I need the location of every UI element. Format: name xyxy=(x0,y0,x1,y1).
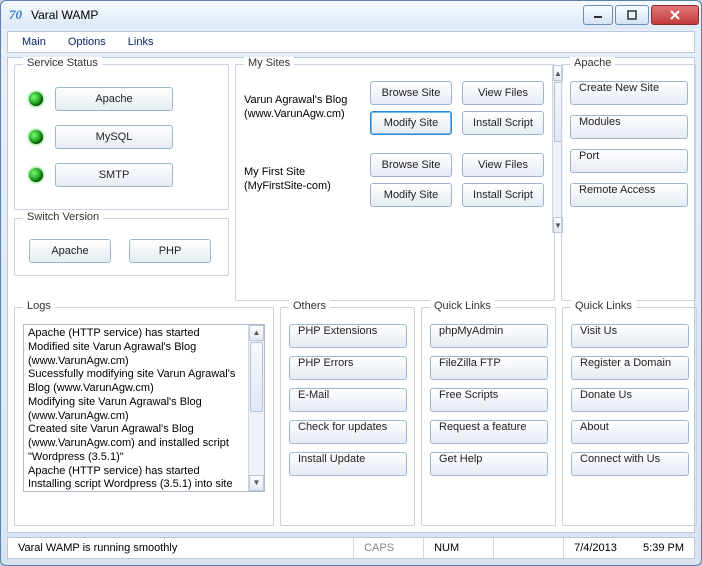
switch-version-legend: Switch Version xyxy=(23,211,103,223)
logs-legend: Logs xyxy=(23,300,55,312)
php-extensions-button[interactable]: PHP Extensions xyxy=(289,324,407,348)
get-help-button[interactable]: Get Help xyxy=(430,452,548,476)
close-button[interactable] xyxy=(651,5,699,25)
site-row: My First Site (MyFirstSite-com) Browse S… xyxy=(244,153,548,207)
switch-version-group: Switch Version Apache PHP xyxy=(14,218,229,276)
connect-button[interactable]: Connect with Us xyxy=(571,452,689,476)
quick-links-1-group: Quick Links phpMyAdmin FileZilla FTP Fre… xyxy=(421,307,556,526)
service-status-legend: Service Status xyxy=(23,57,102,69)
titlebar[interactable]: 70 Varal WAMP xyxy=(1,1,701,29)
donate-button[interactable]: Donate Us xyxy=(571,388,689,412)
status-spacer xyxy=(493,538,563,558)
free-scripts-button[interactable]: Free Scripts xyxy=(430,388,548,412)
others-legend: Others xyxy=(289,300,330,312)
led-green-icon xyxy=(29,92,43,106)
switch-apache-button[interactable]: Apache xyxy=(29,239,111,263)
quick-links-2-group: Quick Links Visit Us Register a Domain D… xyxy=(562,307,697,526)
led-green-icon xyxy=(29,130,43,144)
menu-options[interactable]: Options xyxy=(58,34,116,50)
quick-links-2-legend: Quick Links xyxy=(571,300,636,312)
install-script-button[interactable]: Install Script xyxy=(462,111,544,135)
menu-links[interactable]: Links xyxy=(118,34,164,50)
others-group: Others PHP Extensions PHP Errors E-Mail … xyxy=(280,307,415,526)
phpmyadmin-button[interactable]: phpMyAdmin xyxy=(430,324,548,348)
status-date: 7/4/2013 xyxy=(563,538,627,558)
service-smtp-button[interactable]: SMTP xyxy=(55,163,173,187)
content-area: Service Status Apache MySQL SMTP Switch … xyxy=(7,57,695,533)
window-title: Varal WAMP xyxy=(31,8,583,22)
about-button[interactable]: About xyxy=(571,420,689,444)
scroll-down-icon[interactable]: ▼ xyxy=(249,475,264,491)
browse-site-button[interactable]: Browse Site xyxy=(370,153,452,177)
switch-php-button[interactable]: PHP xyxy=(129,239,211,263)
service-mysql-row: MySQL xyxy=(29,125,220,149)
left-column: Service Status Apache MySQL SMTP Switch … xyxy=(14,64,229,301)
modify-site-button[interactable]: Modify Site xyxy=(370,111,452,135)
menubar: Main Options Links xyxy=(7,31,695,53)
email-button[interactable]: E-Mail xyxy=(289,388,407,412)
port-button[interactable]: Port xyxy=(570,149,688,173)
logs-text: Apache (HTTP service) has started Modifi… xyxy=(24,325,248,491)
view-files-button[interactable]: View Files xyxy=(462,153,544,177)
service-smtp-row: SMTP xyxy=(29,163,220,187)
register-domain-button[interactable]: Register a Domain xyxy=(571,356,689,380)
minimize-button[interactable] xyxy=(583,5,613,25)
scroll-thumb[interactable] xyxy=(250,342,263,412)
visit-us-button[interactable]: Visit Us xyxy=(571,324,689,348)
maximize-button[interactable] xyxy=(615,5,649,25)
logs-scrollbar[interactable]: ▲ ▼ xyxy=(248,325,264,491)
status-bar: Varal WAMP is running smoothly CAPS NUM … xyxy=(7,537,695,559)
site-label: Varun Agrawal's Blog (www.VarunAgw.cm) xyxy=(244,94,362,122)
window-controls xyxy=(583,5,699,25)
service-status-group: Service Status Apache MySQL SMTP xyxy=(14,64,229,210)
modify-site-button[interactable]: Modify Site xyxy=(370,183,452,207)
my-sites-group: My Sites Varun Agrawal's Blog (www.Varun… xyxy=(235,64,555,301)
install-update-button[interactable]: Install Update xyxy=(289,452,407,476)
remote-access-button[interactable]: Remote Access xyxy=(570,183,688,207)
logs-textbox[interactable]: Apache (HTTP service) has started Modifi… xyxy=(23,324,265,492)
service-apache-button[interactable]: Apache xyxy=(55,87,173,111)
site-row: Varun Agrawal's Blog (www.VarunAgw.cm) B… xyxy=(244,81,548,135)
my-sites-legend: My Sites xyxy=(244,57,294,69)
php-errors-button[interactable]: PHP Errors xyxy=(289,356,407,380)
apache-group: Apache Create New Site Modules Port Remo… xyxy=(561,64,696,301)
scroll-up-icon[interactable]: ▲ xyxy=(249,325,264,341)
quick-links-1-legend: Quick Links xyxy=(430,300,495,312)
num-indicator: NUM xyxy=(423,538,493,558)
apache-legend: Apache xyxy=(570,57,615,69)
request-feature-button[interactable]: Request a feature xyxy=(430,420,548,444)
status-message: Varal WAMP is running smoothly xyxy=(8,538,353,558)
create-new-site-button[interactable]: Create New Site xyxy=(570,81,688,105)
logs-group: Logs Apache (HTTP service) has started M… xyxy=(14,307,274,526)
app-window: 70 Varal WAMP Main Options Links Service… xyxy=(0,0,702,566)
service-apache-row: Apache xyxy=(29,87,220,111)
modules-button[interactable]: Modules xyxy=(570,115,688,139)
service-mysql-button[interactable]: MySQL xyxy=(55,125,173,149)
filezilla-button[interactable]: FileZilla FTP xyxy=(430,356,548,380)
install-script-button[interactable]: Install Script xyxy=(462,183,544,207)
app-icon: 70 xyxy=(9,7,25,23)
view-files-button[interactable]: View Files xyxy=(462,81,544,105)
browse-site-button[interactable]: Browse Site xyxy=(370,81,452,105)
check-updates-button[interactable]: Check for updates xyxy=(289,420,407,444)
caps-indicator: CAPS xyxy=(353,538,423,558)
led-green-icon xyxy=(29,168,43,182)
menu-main[interactable]: Main xyxy=(12,34,56,50)
site-label: My First Site (MyFirstSite-com) xyxy=(244,166,362,194)
status-time: 5:39 PM xyxy=(627,538,694,558)
